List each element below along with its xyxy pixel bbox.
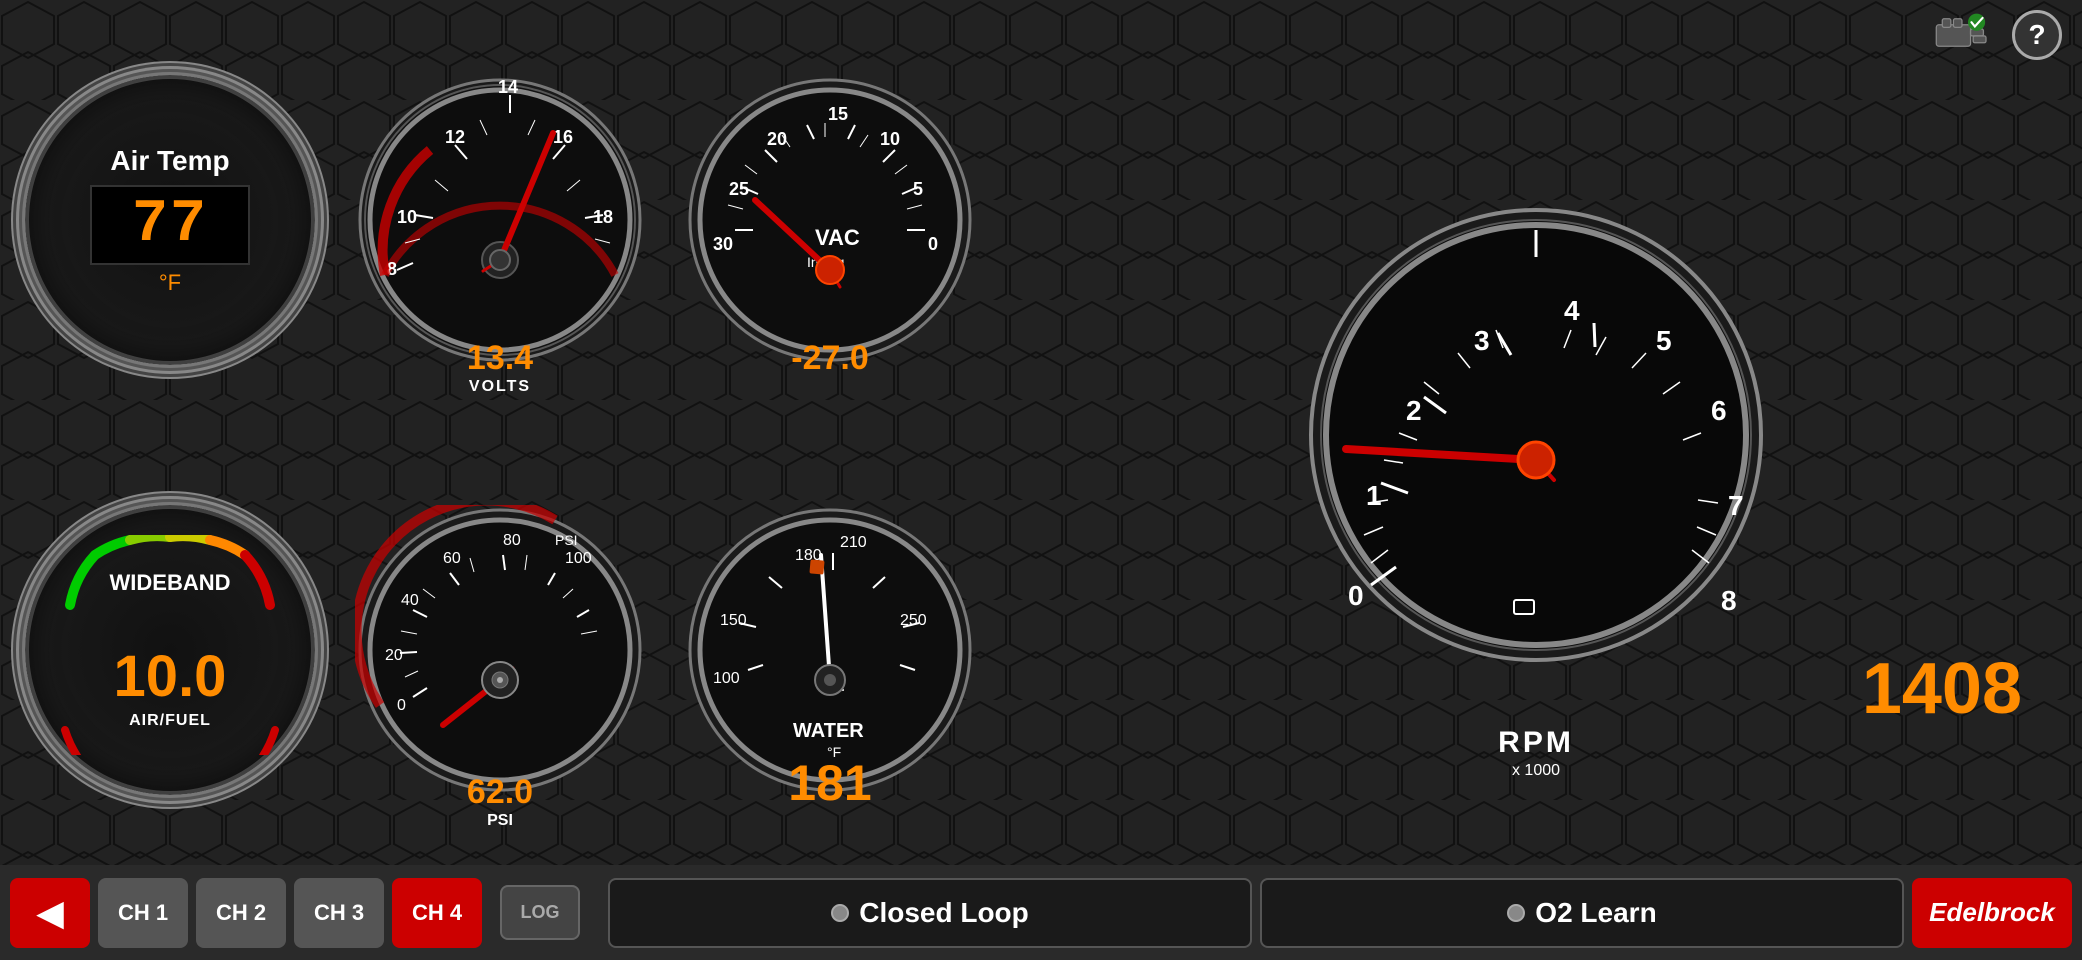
svg-text:16: 16 <box>553 127 573 147</box>
rpm-label: RPM <box>1498 726 1574 760</box>
svg-text:2: 2 <box>1406 395 1422 426</box>
svg-text:8: 8 <box>1721 585 1737 616</box>
rpm-sublabel: x 1000 <box>1512 762 1560 780</box>
svg-text:210: 210 <box>840 534 867 551</box>
svg-text:100: 100 <box>713 670 740 687</box>
closed-loop-indicator <box>831 904 849 922</box>
air-temp-value: 77 <box>112 191 228 259</box>
svg-text:150: 150 <box>720 612 747 629</box>
wideband-gauge: WIDEBAND 10.0 AIR/FUEL <box>25 505 315 795</box>
svg-text:18: 18 <box>593 207 613 227</box>
wideband-value: 10.0 <box>114 643 227 710</box>
bottom-bar: ◀ CH 1 CH 2 CH 3 CH 4 LOG Closed Loop O2… <box>0 865 2082 960</box>
svg-text:1: 1 <box>1366 480 1382 511</box>
svg-text:14: 14 <box>498 77 518 97</box>
svg-text:0: 0 <box>928 234 938 254</box>
air-temp-gauge: Air Temp 77 °F <box>25 75 315 365</box>
wideband-title: WIDEBAND <box>110 570 231 596</box>
svg-text:100: 100 <box>565 550 592 567</box>
edelbrock-label: Edelbrock <box>1929 897 2055 928</box>
closed-loop-button[interactable]: Closed Loop <box>608 878 1252 948</box>
svg-text:5: 5 <box>1656 325 1672 356</box>
back-arrow-icon: ◀ <box>36 892 64 934</box>
back-button[interactable]: ◀ <box>10 878 90 948</box>
closed-loop-label: Closed Loop <box>859 897 1029 929</box>
svg-text:20: 20 <box>385 647 403 664</box>
rpm-value: 1408 <box>1862 648 2022 730</box>
volts-gauge: 8 10 12 14 16 18 <box>340 10 660 430</box>
o2-learn-button[interactable]: O2 Learn <box>1260 878 1904 948</box>
o2-learn-label: O2 Learn <box>1535 897 1656 929</box>
psi-gauge: 0 20 40 60 80 PSI 100 <box>340 440 660 860</box>
volts-svg: 8 10 12 14 16 18 <box>355 75 645 365</box>
air-temp-unit: °F <box>159 270 181 296</box>
ch3-button[interactable]: CH 3 <box>294 878 384 948</box>
svg-text:30: 30 <box>713 234 733 254</box>
rpm-svg: 0 1 2 3 4 5 6 7 8 <box>1306 205 1766 665</box>
vac-svg: 0 5 10 15 20 25 30 <box>685 75 975 365</box>
gauges-area: Air Temp 77 °F 8 <box>10 10 2072 860</box>
main-background: ? Air Temp 77 °F <box>0 0 2082 960</box>
edelbrock-button[interactable]: Edelbrock <box>1912 878 2072 948</box>
water-gauge: 100 150 180 210 250 WATER °F <box>670 440 990 860</box>
svg-text:0: 0 <box>397 697 406 714</box>
log-button[interactable]: LOG <box>500 885 580 940</box>
air-temp-title: Air Temp <box>110 145 229 177</box>
svg-text:PSI: PSI <box>555 532 578 548</box>
volts-label: VOLTS <box>469 378 531 396</box>
air-temp-display: 77 <box>90 185 250 265</box>
svg-text:15: 15 <box>828 104 848 124</box>
svg-text:VAC: VAC <box>815 225 860 250</box>
svg-text:7: 7 <box>1728 490 1744 521</box>
svg-text:0: 0 <box>1348 580 1364 611</box>
svg-text:12: 12 <box>445 127 465 147</box>
svg-text:80: 80 <box>503 532 521 549</box>
svg-text:10: 10 <box>397 207 417 227</box>
vac-gauge: 0 5 10 15 20 25 30 <box>670 10 990 430</box>
vac-value: -27.0 <box>791 339 869 378</box>
ch4-button[interactable]: CH 4 <box>392 878 482 948</box>
water-svg: 100 150 180 210 250 WATER °F <box>685 505 975 795</box>
ch1-button[interactable]: CH 1 <box>98 878 188 948</box>
psi-svg: 0 20 40 60 80 PSI 100 <box>355 505 645 795</box>
svg-text:4: 4 <box>1564 295 1580 326</box>
svg-text:10: 10 <box>880 129 900 149</box>
svg-text:60: 60 <box>443 550 461 567</box>
ch2-button[interactable]: CH 2 <box>196 878 286 948</box>
svg-text:6: 6 <box>1711 395 1727 426</box>
psi-value: 62.0 <box>467 773 533 812</box>
water-value: 181 <box>788 754 871 812</box>
rpm-gauge: 0 1 2 3 4 5 6 7 8 <box>1000 10 2072 860</box>
svg-text:WATER: WATER <box>793 720 864 742</box>
svg-text:3: 3 <box>1474 325 1490 356</box>
volts-value: 13.4 <box>467 339 533 378</box>
svg-text:20: 20 <box>767 129 787 149</box>
psi-label: PSI <box>487 812 513 830</box>
svg-text:40: 40 <box>401 592 419 609</box>
wideband-bottom-arc <box>60 725 280 755</box>
o2-learn-indicator <box>1507 904 1525 922</box>
